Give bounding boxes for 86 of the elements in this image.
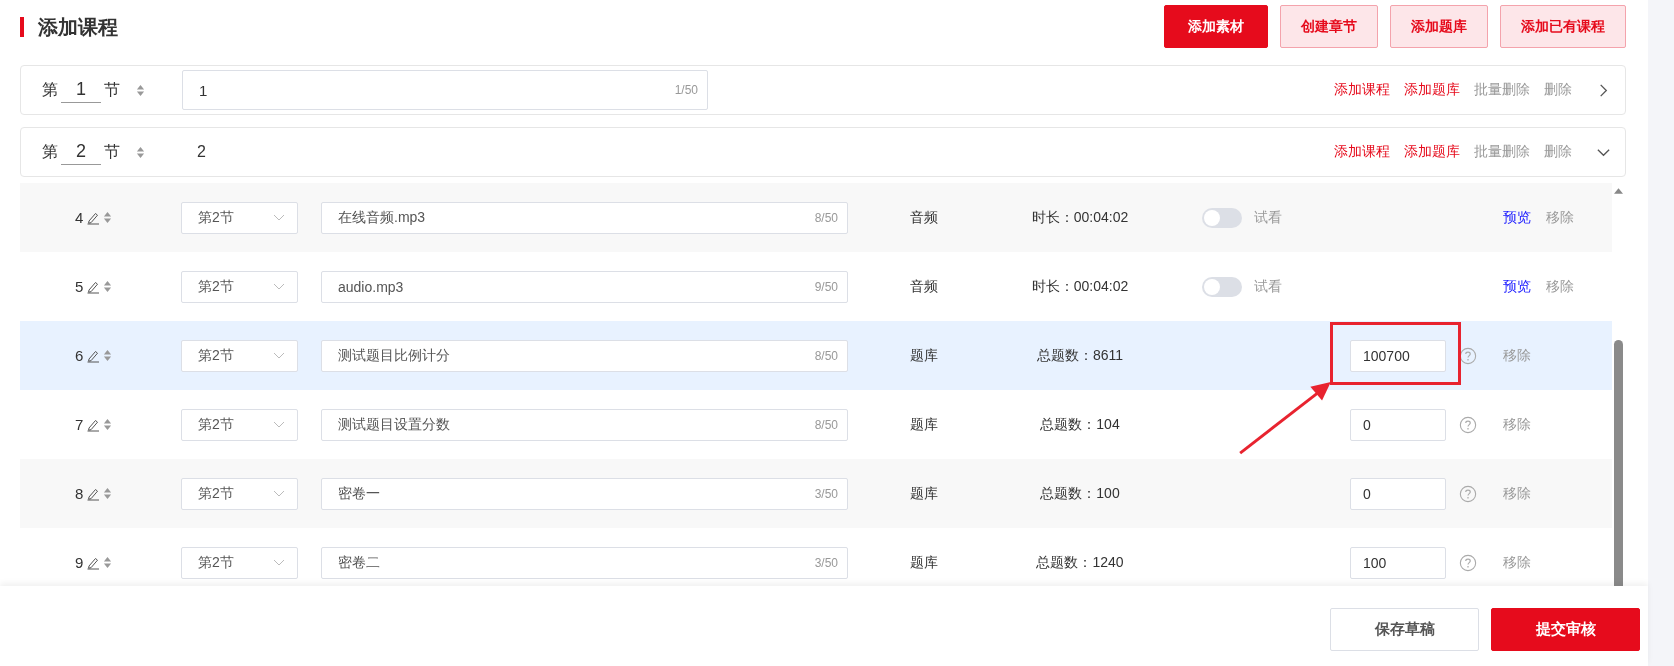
info-text: 总题数：100 bbox=[1040, 484, 1120, 503]
footer-button[interactable]: 保存草稿 bbox=[1330, 608, 1479, 651]
section-prefix: 第 bbox=[42, 79, 58, 100]
section-action-link[interactable]: 添加课程 bbox=[1334, 143, 1390, 161]
table-row[interactable]: 6 第2节 测试题目比例计分 8/50 题库 总题数：8611 100700 移除 bbox=[20, 321, 1612, 390]
caret-icon bbox=[273, 489, 285, 498]
chapter-select[interactable]: 第2节 bbox=[181, 201, 298, 234]
chapter-select[interactable]: 第2节 bbox=[181, 477, 298, 510]
pencil-icon[interactable] bbox=[86, 486, 101, 501]
toolbar-button[interactable]: 添加素材 bbox=[1164, 5, 1268, 48]
type-label: 音频 bbox=[910, 208, 938, 225]
sort-icon[interactable] bbox=[103, 280, 113, 293]
caret-icon bbox=[273, 282, 285, 291]
row-number: 7 bbox=[75, 416, 84, 433]
row-number: 5 bbox=[75, 278, 84, 295]
caret-icon bbox=[273, 351, 285, 360]
scroll-up-icon[interactable] bbox=[1614, 188, 1623, 194]
char-counter: 3/50 bbox=[814, 486, 838, 501]
section-action-link[interactable]: 添加题库 bbox=[1404, 143, 1460, 161]
section-suffix: 节 bbox=[104, 141, 120, 162]
help-icon[interactable] bbox=[1459, 484, 1477, 503]
section-action-link[interactable]: 添加课程 bbox=[1334, 81, 1390, 99]
row-number: 6 bbox=[75, 347, 84, 364]
pencil-icon[interactable] bbox=[86, 417, 101, 432]
sort-icon[interactable] bbox=[103, 556, 113, 569]
section-action-link[interactable]: 添加题库 bbox=[1404, 81, 1460, 99]
char-counter: 3/50 bbox=[814, 555, 838, 570]
char-counter: 1/50 bbox=[674, 83, 698, 97]
chapter-select[interactable]: 第2节 bbox=[181, 546, 298, 579]
char-counter: 8/50 bbox=[814, 348, 838, 363]
page-title: 添加课程 bbox=[38, 14, 118, 40]
info-text: 总题数：104 bbox=[1040, 415, 1120, 434]
help-icon[interactable] bbox=[1459, 346, 1477, 365]
toolbar-button[interactable]: 添加已有课程 bbox=[1500, 5, 1626, 48]
char-counter: 8/50 bbox=[814, 210, 838, 225]
toolbar-button[interactable]: 创建章节 bbox=[1280, 5, 1378, 48]
chapter-select[interactable]: 第2节 bbox=[181, 270, 298, 303]
score-field[interactable]: 100700 bbox=[1350, 339, 1446, 372]
table-row[interactable]: 8 第2节 密卷一 3/50 题库 总题数：100 0 移除 bbox=[20, 459, 1612, 528]
row-action-link[interactable]: 预览 bbox=[1503, 208, 1531, 227]
table-row[interactable]: 4 第2节 在线音频.mp3 8/50 音频 时长：00:04:02 试看 预览 移除 bbox=[20, 183, 1612, 252]
help-icon[interactable] bbox=[1459, 415, 1477, 434]
char-counter: 9/50 bbox=[814, 279, 838, 294]
row-number: 9 bbox=[75, 554, 84, 571]
type-label: 音频 bbox=[910, 277, 938, 294]
section-prefix: 第 bbox=[42, 141, 58, 162]
sort-icon[interactable] bbox=[136, 83, 145, 97]
row-action-link[interactable]: 预览 bbox=[1503, 277, 1531, 296]
chapter-select[interactable]: 第2节 bbox=[181, 339, 298, 372]
sort-icon[interactable] bbox=[103, 211, 113, 224]
pencil-icon[interactable] bbox=[86, 555, 101, 570]
caret-icon bbox=[273, 213, 285, 222]
score-field[interactable]: 0 bbox=[1350, 477, 1446, 510]
caret-icon bbox=[273, 420, 285, 429]
type-label: 题库 bbox=[910, 415, 938, 432]
info-text: 总题数：8611 bbox=[1036, 346, 1124, 365]
info-text: 时长：00:04:02 bbox=[1031, 208, 1129, 227]
title-accent-bar bbox=[20, 17, 24, 37]
row-number: 4 bbox=[75, 209, 84, 226]
chapter-select[interactable]: 第2节 bbox=[181, 408, 298, 441]
toggle-label: 试看 bbox=[1254, 208, 1282, 227]
pencil-icon[interactable] bbox=[86, 348, 101, 363]
toggle-switch[interactable] bbox=[1202, 276, 1242, 297]
info-text: 总题数：1240 bbox=[1036, 553, 1124, 572]
sort-icon[interactable] bbox=[103, 349, 113, 362]
pencil-icon[interactable] bbox=[86, 279, 101, 294]
score-field[interactable]: 0 bbox=[1350, 408, 1446, 441]
char-counter: 8/50 bbox=[814, 417, 838, 432]
type-label: 题库 bbox=[910, 346, 938, 363]
score-field[interactable]: 100 bbox=[1350, 546, 1446, 579]
type-label: 题库 bbox=[910, 484, 938, 501]
toggle-label: 试看 bbox=[1254, 277, 1282, 296]
sort-icon[interactable] bbox=[103, 487, 113, 500]
pencil-icon[interactable] bbox=[86, 210, 101, 225]
type-label: 题库 bbox=[910, 553, 938, 570]
sort-icon[interactable] bbox=[103, 418, 113, 431]
caret-icon bbox=[273, 558, 285, 567]
toolbar-button[interactable]: 添加题库 bbox=[1390, 5, 1488, 48]
section-title: 2 bbox=[196, 143, 206, 161]
toggle-switch[interactable] bbox=[1202, 207, 1242, 228]
help-icon[interactable] bbox=[1459, 553, 1477, 572]
section-suffix: 节 bbox=[104, 79, 120, 100]
info-text: 时长：00:04:02 bbox=[1031, 277, 1129, 296]
footer-button[interactable]: 提交审核 bbox=[1491, 608, 1640, 651]
row-number: 8 bbox=[75, 485, 84, 502]
sort-icon[interactable] bbox=[136, 145, 145, 159]
